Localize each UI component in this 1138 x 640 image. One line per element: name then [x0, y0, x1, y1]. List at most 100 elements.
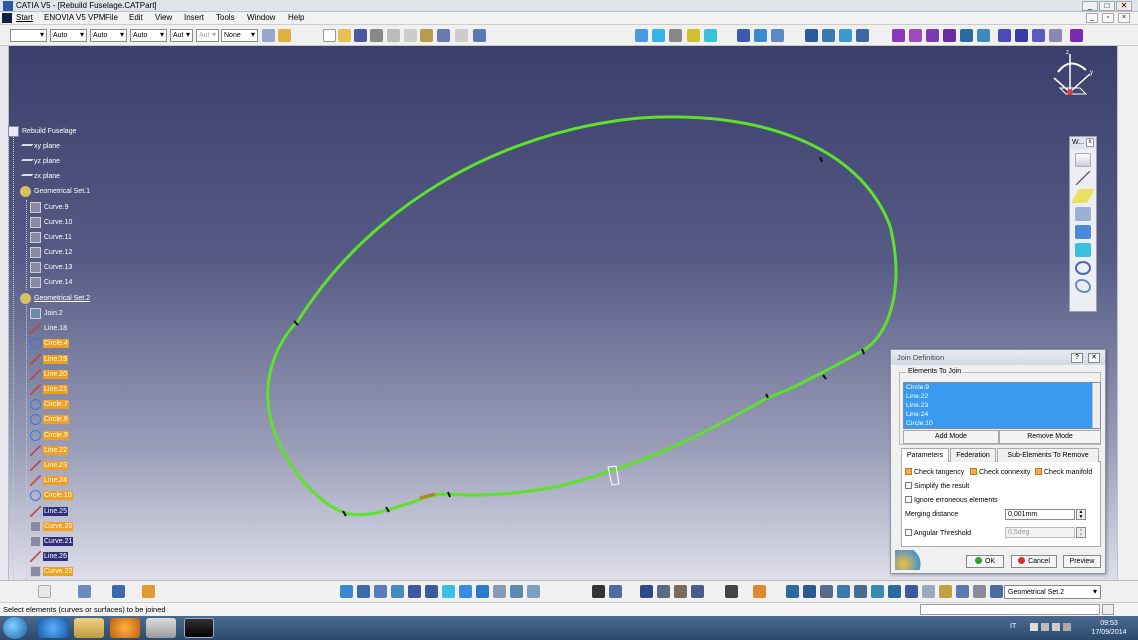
elements-list-scrollbar[interactable] — [1092, 383, 1100, 428]
angular-threshold-spinner[interactable]: ▲ ▼ — [1076, 527, 1086, 538]
preview-button[interactable]: Preview — [1063, 555, 1101, 568]
intersection-icon[interactable] — [1075, 225, 1091, 239]
paste-icon[interactable] — [420, 29, 433, 42]
dialog-help-button[interactable]: ? — [1071, 353, 1083, 363]
floating-wireframe-toolbar[interactable]: W... x — [1069, 136, 1097, 312]
reaction-icon[interactable] — [691, 585, 704, 598]
near-icon[interactable] — [956, 585, 969, 598]
paintbrush-icon[interactable] — [262, 29, 275, 42]
untrim-icon[interactable] — [1015, 29, 1028, 42]
swap-visible-space-icon[interactable] — [527, 585, 540, 598]
desktop-app-icon[interactable] — [146, 618, 176, 638]
catia-taskbar-icon[interactable] — [184, 618, 214, 638]
extrude-icon[interactable] — [805, 29, 818, 42]
disassemble-icon[interactable] — [1032, 29, 1045, 42]
scaling-icon[interactable] — [905, 585, 918, 598]
spline-icon[interactable] — [1075, 279, 1091, 293]
connect-checker-icon[interactable] — [754, 29, 767, 42]
catalog-icon[interactable] — [78, 585, 91, 598]
power-input-field[interactable] — [920, 604, 1100, 615]
fly-mode-icon[interactable] — [340, 585, 353, 598]
render-style-combo[interactable]: Aut — [196, 29, 219, 42]
tab-federation[interactable]: Federation — [950, 448, 996, 462]
minimize-button[interactable]: _ — [1082, 1, 1098, 11]
line-type-combo[interactable]: Auto — [130, 29, 167, 42]
trim-icon[interactable] — [1070, 29, 1083, 42]
rotate-icon[interactable] — [391, 585, 404, 598]
extrapolate-icon[interactable] — [939, 585, 952, 598]
offset-curve-icon[interactable] — [1075, 243, 1091, 257]
select-icon[interactable] — [38, 585, 51, 598]
doc-minimize-button[interactable]: _ — [1086, 13, 1098, 23]
tab-sub-elements-to-remove[interactable]: Sub-Elements To Remove — [997, 448, 1099, 462]
zoom-out-icon[interactable] — [425, 585, 438, 598]
wireframe-toolbar-close-button[interactable]: x — [1086, 138, 1094, 147]
taskbar-clock[interactable]: 09:53 17/09/2014 — [1082, 619, 1136, 637]
constraint-icon[interactable] — [687, 29, 700, 42]
healing-icon[interactable] — [998, 29, 1011, 42]
compass-widget[interactable]: z y — [1050, 48, 1096, 100]
projection-icon[interactable] — [1075, 207, 1091, 221]
menu-edit[interactable]: Edit — [129, 13, 143, 22]
color-combo[interactable] — [10, 29, 47, 42]
axis-system-icon[interactable] — [854, 585, 867, 598]
cancel-button[interactable]: Cancel — [1011, 555, 1057, 568]
open-folder-icon[interactable] — [338, 29, 351, 42]
start-icon[interactable] — [2, 13, 12, 23]
format-painter-icon[interactable] — [278, 29, 291, 42]
iso-view-icon[interactable] — [476, 585, 489, 598]
revolve-icon[interactable] — [822, 29, 835, 42]
affinity-icon[interactable] — [922, 585, 935, 598]
sheet-icon[interactable] — [704, 29, 717, 42]
translate-icon[interactable] — [888, 585, 901, 598]
cylinder-icon[interactable] — [856, 29, 869, 42]
point-icon[interactable] — [1075, 153, 1091, 167]
wireframe-toolbar-header[interactable]: W... x — [1070, 137, 1096, 149]
whats-this-icon[interactable] — [473, 29, 486, 42]
plane-tool-icon[interactable] — [1070, 189, 1096, 203]
menu-enovia[interactable]: ENOVIA V5 VPM — [44, 13, 105, 22]
elements-list[interactable]: Circle.9 Line.22 Line.23 Line.24 Circle.… — [903, 382, 1101, 429]
line-icon[interactable] — [1075, 171, 1091, 185]
pan-icon[interactable] — [374, 585, 387, 598]
list-item[interactable]: Line.22 — [904, 392, 1100, 401]
line-thickness-combo[interactable]: Auto — [90, 29, 127, 42]
remove-mode-button[interactable]: Remove Mode — [999, 430, 1101, 444]
formula-fx-icon[interactable] — [592, 585, 605, 598]
layer-combo[interactable]: None — [221, 29, 258, 42]
circle-icon[interactable] — [1075, 261, 1091, 275]
menu-view[interactable]: View — [155, 13, 172, 22]
menu-file[interactable]: File — [105, 13, 118, 22]
maximize-button[interactable]: □ — [1099, 1, 1115, 11]
split-icon[interactable] — [1049, 29, 1062, 42]
menu-start[interactable]: Start — [16, 13, 33, 22]
list-item[interactable]: Circle.9 — [904, 383, 1100, 392]
axis-icon[interactable] — [652, 29, 665, 42]
fill-icon[interactable] — [926, 29, 939, 42]
language-indicator[interactable]: IT — [1010, 623, 1016, 630]
check-manifold-checkbox[interactable]: Check manifold — [1035, 468, 1092, 476]
doc-close-button[interactable]: × — [1118, 13, 1130, 23]
camera-icon[interactable] — [725, 585, 738, 598]
join-curve[interactable] — [266, 115, 898, 517]
normal-view-icon[interactable] — [442, 585, 455, 598]
blend-icon[interactable] — [960, 29, 973, 42]
menu-tools[interactable]: Tools — [216, 13, 235, 22]
formula-icon[interactable] — [112, 585, 125, 598]
power-copy-icon[interactable] — [753, 585, 766, 598]
zoom-in-icon[interactable] — [408, 585, 421, 598]
table-icon[interactable] — [640, 585, 653, 598]
sketcher-icon[interactable] — [635, 29, 648, 42]
shading-icon[interactable] — [493, 585, 506, 598]
power-input-button[interactable] — [1102, 604, 1114, 615]
simplify-result-checkbox[interactable]: Simplify the result — [905, 482, 969, 490]
print-icon[interactable] — [370, 29, 383, 42]
menu-insert[interactable]: Insert — [184, 13, 204, 22]
extract-icon[interactable] — [973, 585, 986, 598]
comment-icon[interactable] — [609, 585, 622, 598]
angular-threshold-input[interactable]: 0,5deg — [1005, 527, 1075, 538]
list-item[interactable]: Line.24 — [904, 410, 1100, 419]
add-mode-button[interactable]: Add Mode — [903, 430, 999, 444]
check-tangency-checkbox[interactable]: Check tangency — [905, 468, 964, 476]
boundary-icon[interactable] — [803, 585, 816, 598]
